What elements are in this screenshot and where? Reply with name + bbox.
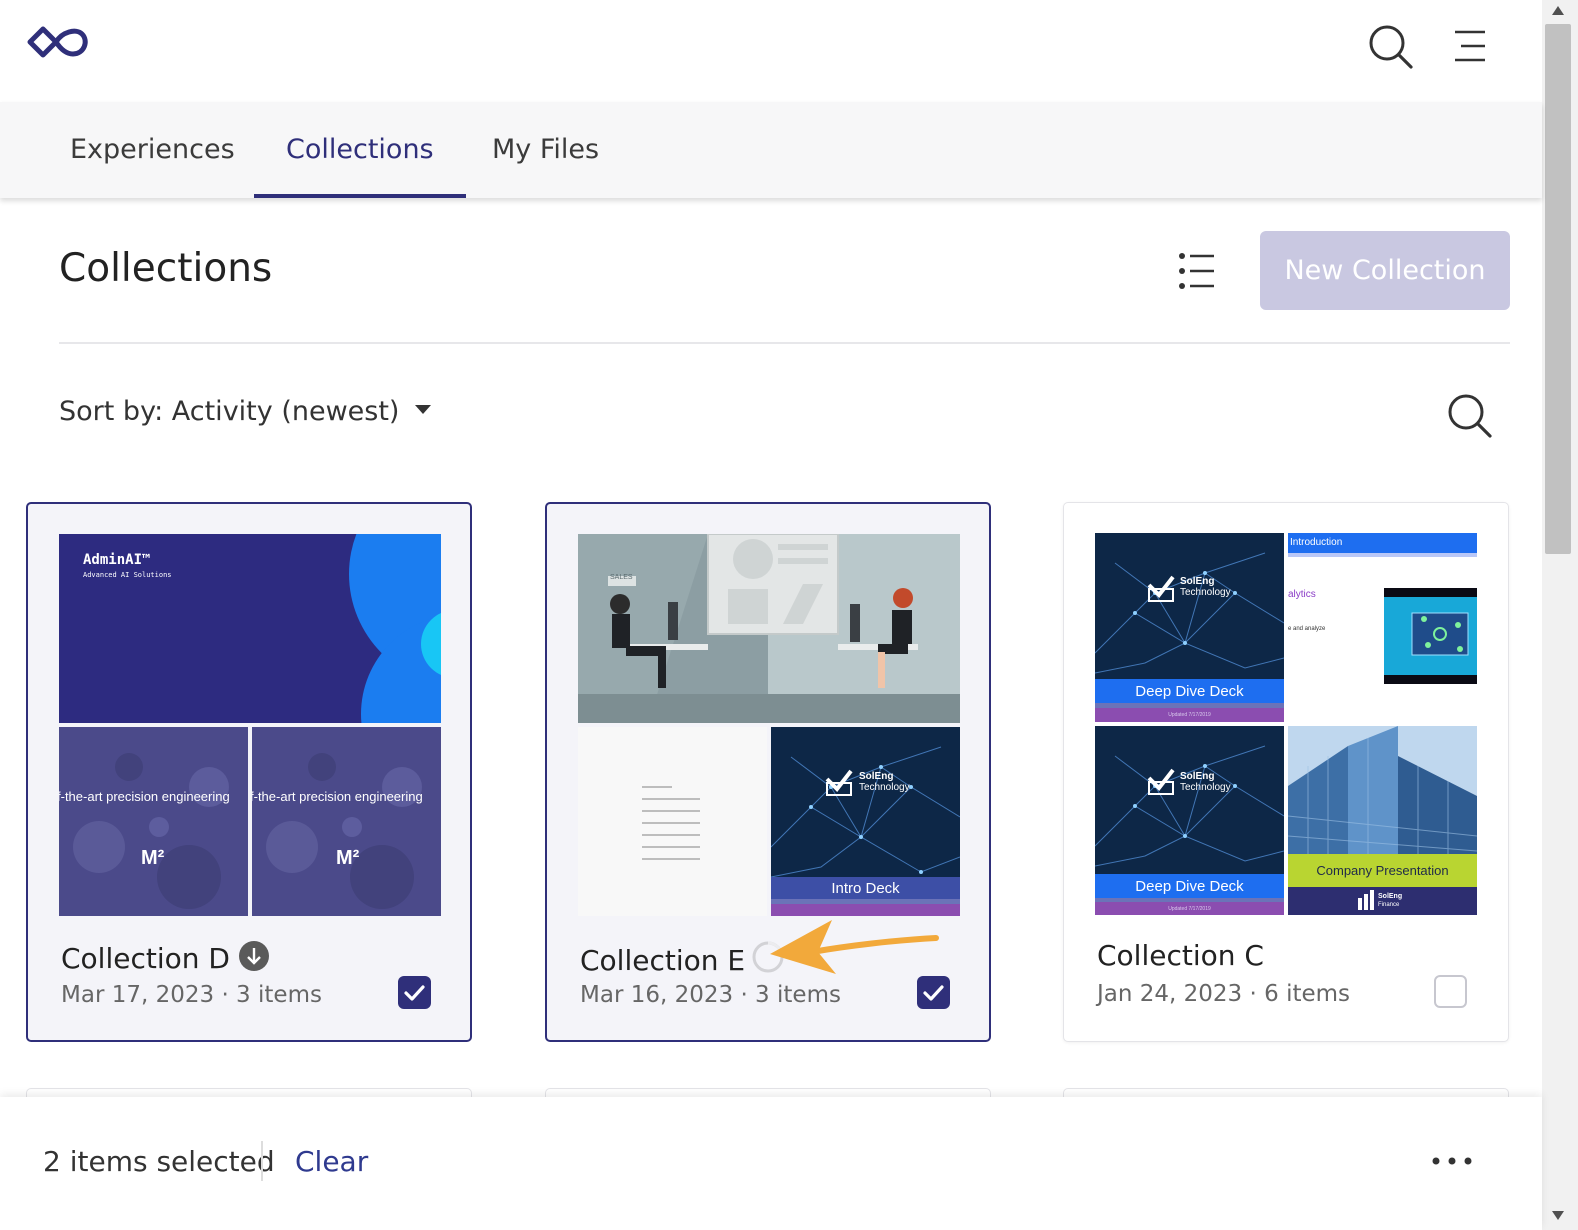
card-title: Collection D: [61, 940, 270, 975]
scroll-down-arrow-icon[interactable]: [1549, 1206, 1567, 1224]
hamburger-menu-icon[interactable]: [1446, 22, 1494, 70]
thumbnail-adminai: AdminAI™ Advanced AI Solutions: [59, 534, 441, 723]
deep-dive-label: Deep Dive Deck: [1135, 683, 1244, 700]
company-presentation-label: Company Presentation: [1316, 863, 1449, 878]
finance-sub: Finance: [1378, 902, 1400, 908]
new-collection-button[interactable]: New Collection: [1260, 231, 1510, 310]
download-icon: [238, 941, 269, 971]
thumbnail-company-presentation: Company Presentation SolEng Finance: [1288, 726, 1477, 915]
brand-sub: Technology: [1180, 587, 1231, 598]
list-view-icon[interactable]: [1170, 248, 1222, 294]
collection-search-icon[interactable]: [1444, 390, 1494, 440]
selection-divider: [261, 1141, 263, 1181]
thumbnail-intro-deck: SolEng Technology Intro Deck: [771, 727, 960, 916]
thumbnail-office-illustration: SALES: [578, 534, 960, 723]
card-thumbnails: SolEng Technology Deep Dive Deck Updated…: [1095, 533, 1477, 915]
document-lines-graphic: [578, 727, 767, 916]
updated-label: Updated 7/17/2019: [1168, 906, 1211, 912]
brand-name: SolEng: [1180, 771, 1215, 782]
adminai-title: AdminAI™: [83, 552, 151, 568]
moon-surface-graphic: [59, 727, 248, 916]
annotation-arrow-icon: [770, 920, 939, 974]
sort-dropdown[interactable]: Sort by: Activity (newest): [59, 396, 432, 436]
card-title: Collection C: [1097, 939, 1264, 972]
thumbnail-document: [578, 727, 767, 916]
introduction-header: Introduction: [1290, 537, 1343, 548]
brand-sub: Technology: [1180, 782, 1231, 793]
tab-experiences[interactable]: Experiences: [38, 102, 267, 198]
top-header: [0, 0, 1542, 102]
deep-dive-label: Deep Dive Deck: [1135, 878, 1244, 895]
tab-collections[interactable]: Collections: [254, 102, 466, 198]
finance-brand: SolEng: [1378, 893, 1403, 900]
analyze-line: e and analyze: [1288, 626, 1326, 632]
skyscraper-graphic: [1288, 726, 1477, 915]
card-meta: Mar 16, 2023 · 3 items: [580, 982, 841, 1008]
intro-deck-label: Intro Deck: [831, 880, 900, 897]
card-checkbox[interactable]: [1434, 975, 1467, 1008]
card-meta: Jan 24, 2023 · 6 items: [1097, 981, 1351, 1007]
brand-name: SolEng: [1180, 576, 1215, 587]
sort-label: Sort by: Activity (newest): [59, 396, 400, 427]
thumbnail-introduction: Introduction alytics e and analyze: [1288, 533, 1477, 722]
card-meta: Mar 17, 2023 · 3 items: [61, 982, 322, 1008]
tab-my-files[interactable]: My Files: [460, 102, 631, 198]
sales-sign: SALES: [610, 574, 633, 581]
updated-label: Updated 7/17/2019: [1168, 712, 1211, 718]
thumbnail-deep-dive-deck: SolEng Technology Deep Dive Deck Updated…: [1095, 533, 1284, 722]
scroll-up-arrow-icon[interactable]: [1549, 2, 1567, 20]
engineering-text: f-the-art precision engineering: [59, 789, 230, 804]
engineering-text: f-the-art precision engineering: [252, 789, 423, 804]
office-illustration-graphic: [578, 534, 960, 723]
more-options-icon[interactable]: [1424, 1141, 1480, 1181]
page-title: Collections: [59, 246, 273, 291]
header-divider: [59, 342, 1510, 344]
brand-name: SolEng: [859, 771, 894, 782]
infinity-logo-icon[interactable]: [26, 24, 92, 60]
analytics-word: alytics: [1288, 589, 1316, 600]
thumbnail-m2-engineering: f-the-art precision engineering M²: [252, 727, 441, 916]
card-title-text: Collection D: [61, 942, 230, 975]
search-icon[interactable]: [1366, 22, 1414, 70]
selection-bar: 2 items selected Clear: [0, 1097, 1542, 1230]
collection-card-c[interactable]: SolEng Technology Deep Dive Deck Updated…: [1063, 502, 1509, 1042]
card-title-text: Collection E: [580, 944, 746, 977]
main-tabs: Experiences Collections My Files: [0, 102, 1542, 198]
adminai-subtitle: Advanced AI Solutions: [83, 571, 172, 579]
clear-selection-button[interactable]: Clear: [295, 1145, 368, 1178]
card-thumbnails: SALES SolEng Technology Intro Deck: [578, 534, 960, 916]
brand-sub: Technology: [859, 782, 910, 793]
card-thumbnails: AdminAI™ Advanced AI Solutions f-the-art…: [59, 534, 441, 916]
thumbnail-deep-dive-deck: SolEng Technology Deep Dive Deck Updated…: [1095, 726, 1284, 915]
m2-logo: M²: [141, 847, 165, 869]
caret-down-icon: [415, 405, 432, 414]
collection-card-d[interactable]: AdminAI™ Advanced AI Solutions f-the-art…: [26, 502, 472, 1042]
card-title: Collection E: [580, 940, 785, 977]
m2-logo: M²: [336, 847, 360, 869]
thumbnail-m2-engineering: f-the-art precision engineering M²: [59, 727, 248, 916]
scrollbar-thumb[interactable]: [1545, 24, 1571, 554]
moon-surface-graphic: [252, 727, 441, 916]
selected-count: 2 items selected: [43, 1145, 275, 1178]
card-checkbox[interactable]: [398, 976, 431, 1009]
